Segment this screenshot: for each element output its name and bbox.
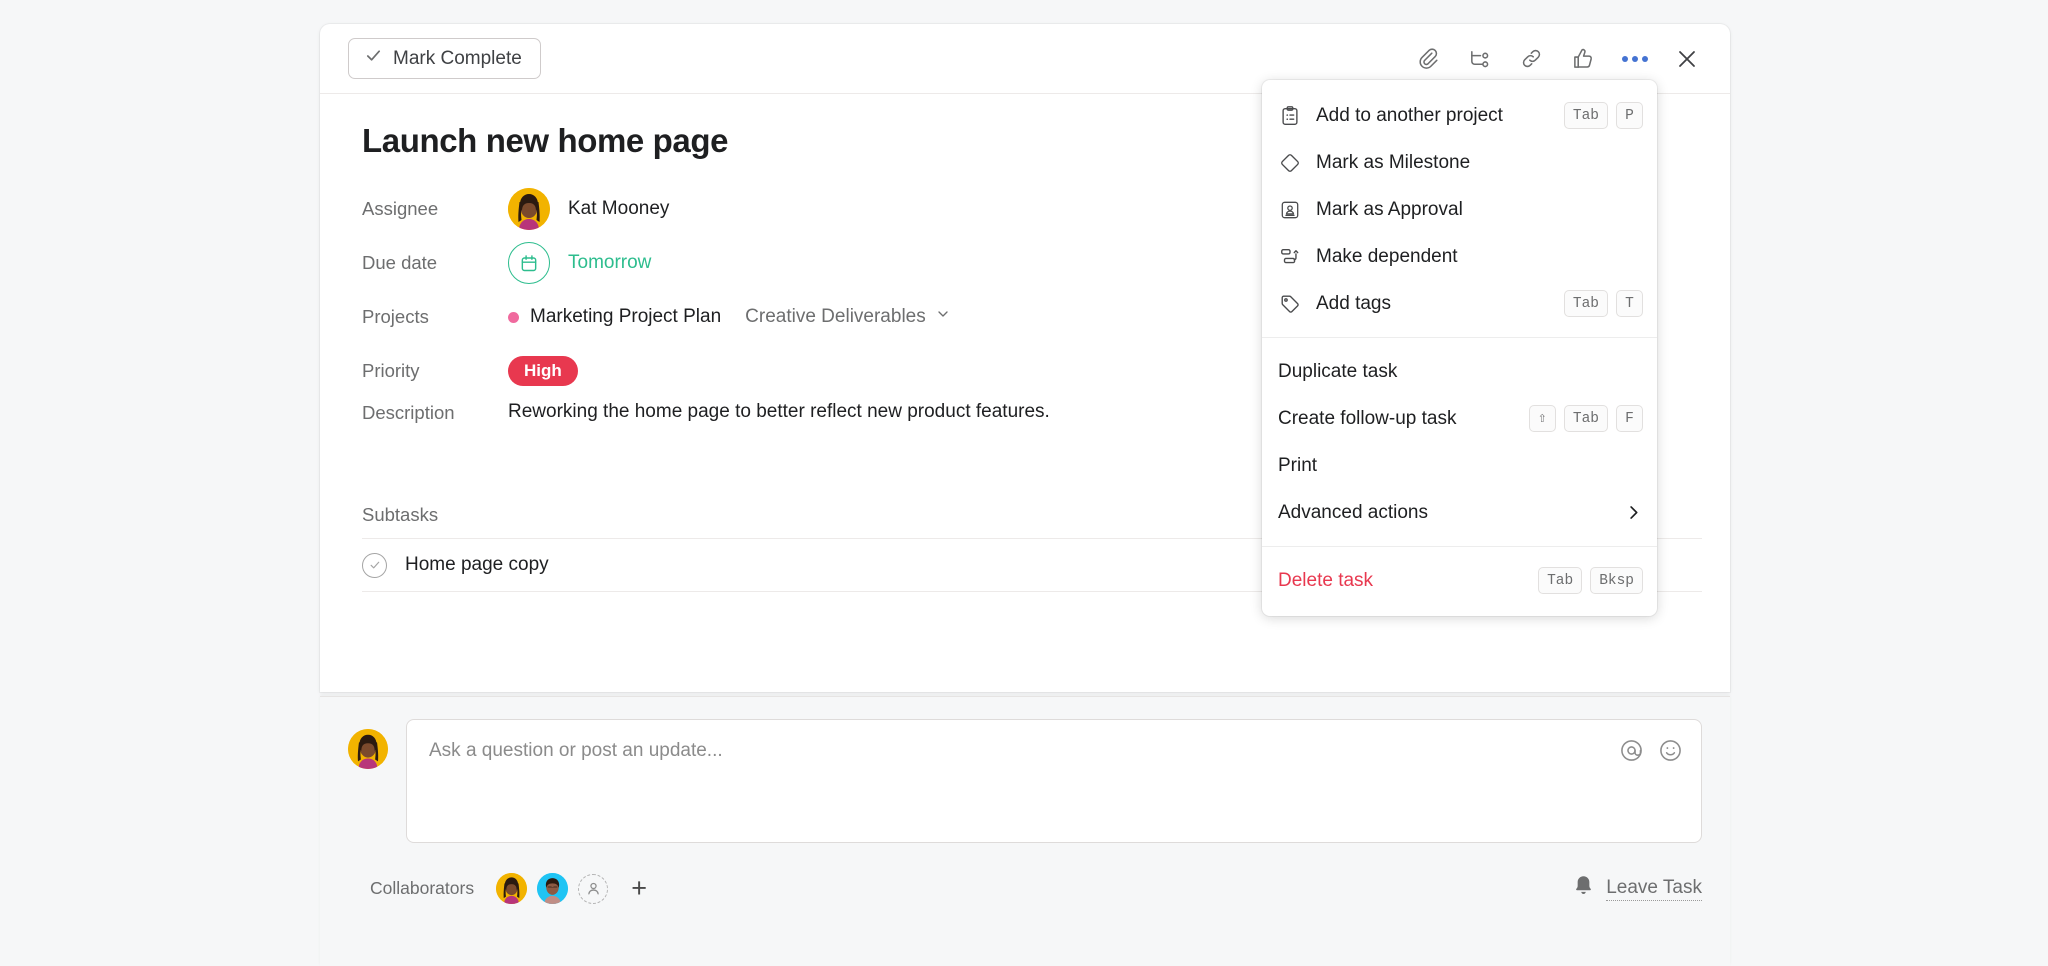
chevron-right-icon bbox=[1624, 503, 1643, 522]
due-date-label: Due date bbox=[362, 252, 438, 273]
key: ⇧ bbox=[1528, 405, 1556, 432]
complete-subtask-icon[interactable] bbox=[362, 552, 387, 578]
plus-icon: + bbox=[631, 873, 647, 903]
mark-complete-button[interactable]: Mark Complete bbox=[348, 38, 541, 79]
mention-icon[interactable] bbox=[1619, 738, 1644, 763]
menu-divider bbox=[1262, 337, 1657, 338]
menu-item-label: Mark as Milestone bbox=[1316, 151, 1471, 173]
description-label: Description bbox=[362, 402, 455, 423]
key: Tab bbox=[1563, 290, 1608, 317]
projects-value: Marketing Project Plan Creative Delivera… bbox=[508, 306, 951, 328]
avatar bbox=[508, 188, 550, 230]
menu-item-label: Advanced actions bbox=[1278, 501, 1428, 523]
menu-item-label: Add tags bbox=[1316, 292, 1391, 314]
assignee-value[interactable]: Kat Mooney bbox=[508, 188, 669, 230]
collaborators-bar: Collaborators + Leave Task bbox=[348, 873, 1702, 904]
comment-composer-pane: Ask a question or post an update... Coll… bbox=[320, 696, 1730, 966]
projects-label: Projects bbox=[362, 306, 429, 327]
menu-group-1: Add to another project Tab P Mark as Mil… bbox=[1262, 90, 1657, 329]
composer-row: Ask a question or post an update... bbox=[348, 719, 1702, 843]
menu-item-label: Add to another project bbox=[1316, 104, 1503, 126]
shortcut-keys: ⇧ Tab F bbox=[1528, 405, 1643, 432]
key: Tab bbox=[1563, 405, 1608, 432]
dependency-icon bbox=[1278, 245, 1302, 269]
comment-placeholder: Ask a question or post an update... bbox=[429, 740, 723, 761]
project-color-dot bbox=[508, 311, 519, 323]
menu-item-add-tags[interactable]: Add tags Tab T bbox=[1262, 280, 1657, 327]
link-icon[interactable] bbox=[1510, 38, 1552, 80]
more-options-menu: Add to another project Tab P Mark as Mil… bbox=[1262, 80, 1657, 616]
composer-icons bbox=[1619, 738, 1683, 763]
menu-item-mark-as-approval[interactable]: Mark as Approval bbox=[1262, 186, 1657, 233]
check-icon bbox=[364, 46, 383, 71]
description-text: Reworking the home page to better reflec… bbox=[508, 401, 1050, 422]
tag-icon bbox=[1278, 292, 1302, 316]
like-icon[interactable] bbox=[1562, 38, 1604, 80]
project-section-dropdown[interactable]: Creative Deliverables bbox=[745, 306, 951, 328]
subtask-title: Home page copy bbox=[405, 554, 549, 575]
project-name[interactable]: Marketing Project Plan bbox=[530, 306, 721, 328]
collaborator-avatars bbox=[496, 873, 609, 904]
description-value[interactable]: Reworking the home page to better reflec… bbox=[508, 398, 1050, 427]
stamp-icon bbox=[1278, 198, 1302, 222]
comment-input[interactable]: Ask a question or post an update... bbox=[406, 719, 1702, 843]
add-collaborator-button[interactable]: + bbox=[624, 874, 654, 904]
menu-item-add-to-another-project[interactable]: Add to another project Tab P bbox=[1262, 92, 1657, 139]
menu-group-2: Duplicate task Create follow-up task ⇧ T… bbox=[1262, 346, 1657, 538]
menu-item-mark-as-milestone[interactable]: Mark as Milestone bbox=[1262, 139, 1657, 186]
menu-group-3: Delete task Tab Bksp bbox=[1262, 555, 1657, 606]
leave-task-button[interactable]: Leave Task bbox=[1572, 874, 1702, 903]
calendar-icon bbox=[508, 242, 550, 284]
key: F bbox=[1616, 405, 1643, 432]
app-root: Mark Complete Launch new home page Assig… bbox=[0, 0, 2048, 966]
menu-item-advanced-actions[interactable]: Advanced actions bbox=[1262, 489, 1657, 536]
menu-item-label: Make dependent bbox=[1316, 245, 1458, 267]
due-date-value[interactable]: Tomorrow bbox=[508, 242, 651, 284]
menu-item-label: Mark as Approval bbox=[1316, 198, 1463, 220]
menu-item-label: Create follow-up task bbox=[1278, 407, 1457, 429]
menu-item-duplicate-task[interactable]: Duplicate task bbox=[1262, 348, 1657, 395]
avatar[interactable] bbox=[537, 873, 569, 904]
subtask-icon[interactable] bbox=[1458, 38, 1500, 80]
more-options-icon[interactable] bbox=[1614, 38, 1656, 80]
add-collaborator-placeholder-icon[interactable] bbox=[578, 873, 609, 904]
mark-complete-label: Mark Complete bbox=[393, 47, 522, 69]
shortcut-keys: Tab P bbox=[1563, 102, 1643, 129]
bell-icon bbox=[1572, 874, 1595, 903]
key: Tab bbox=[1538, 567, 1583, 594]
leave-task-label: Leave Task bbox=[1606, 877, 1702, 901]
assignee-name: Kat Mooney bbox=[568, 198, 670, 219]
key: P bbox=[1616, 102, 1643, 129]
menu-item-label: Delete task bbox=[1278, 569, 1374, 591]
avatar[interactable] bbox=[496, 873, 528, 904]
attachment-icon[interactable] bbox=[1406, 38, 1448, 80]
chevron-down-icon bbox=[935, 306, 951, 328]
collaborators-label: Collaborators bbox=[370, 878, 475, 898]
menu-item-make-dependent[interactable]: Make dependent bbox=[1262, 233, 1657, 280]
key: Bksp bbox=[1590, 567, 1643, 594]
status-badge: High bbox=[508, 356, 578, 386]
header-actions bbox=[1406, 38, 1708, 80]
avatar bbox=[348, 729, 388, 769]
menu-item-label: Print bbox=[1278, 454, 1318, 476]
priority-label: Priority bbox=[362, 360, 420, 381]
menu-item-label: Duplicate task bbox=[1278, 360, 1398, 382]
project-section-label: Creative Deliverables bbox=[745, 306, 926, 327]
close-icon[interactable] bbox=[1666, 38, 1708, 80]
diamond-icon bbox=[1278, 151, 1302, 175]
clipboard-list-icon bbox=[1278, 104, 1302, 128]
assignee-label: Assignee bbox=[362, 198, 439, 219]
shortcut-keys: Tab Bksp bbox=[1538, 567, 1643, 594]
due-date-text: Tomorrow bbox=[568, 252, 652, 273]
shortcut-keys: Tab T bbox=[1563, 290, 1643, 317]
priority-value[interactable]: High bbox=[508, 356, 578, 386]
menu-divider bbox=[1262, 546, 1657, 547]
key: T bbox=[1616, 290, 1643, 317]
emoji-icon[interactable] bbox=[1658, 738, 1683, 763]
menu-item-print[interactable]: Print bbox=[1262, 442, 1657, 489]
menu-item-create-follow-up-task[interactable]: Create follow-up task ⇧ Tab F bbox=[1262, 395, 1657, 442]
menu-item-delete-task[interactable]: Delete task Tab Bksp bbox=[1262, 557, 1657, 604]
key: Tab bbox=[1563, 102, 1608, 129]
